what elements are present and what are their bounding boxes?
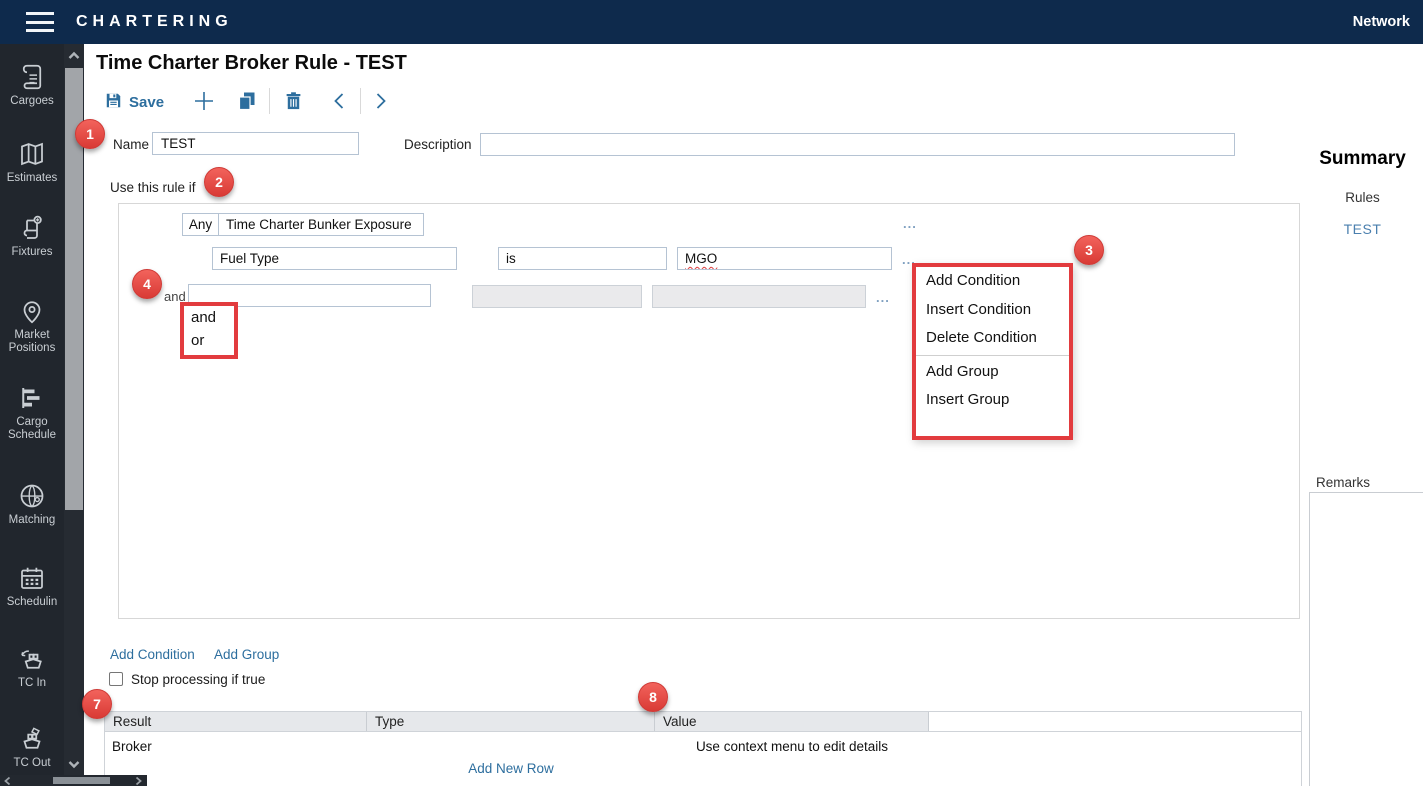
condition-field-select[interactable]: Fuel Type [212,247,457,270]
name-label: Name [113,137,149,152]
menu-item-add-condition[interactable]: Add Condition [916,267,1069,296]
condition-context-menu: Add Condition Insert Condition Delete Co… [912,263,1073,440]
stop-processing-label: Stop processing if true [131,672,265,687]
ship-in-icon [0,644,64,674]
top-bar: CHARTERING Network [0,0,1423,44]
page-title: Time Charter Broker Rule - TEST [96,52,407,75]
toolbar-divider [269,88,270,114]
save-icon [104,91,123,114]
sidebar-item-matching[interactable]: Matching [0,481,64,527]
new-condition-value-input [652,285,866,308]
hamburger-menu-icon[interactable] [26,12,54,32]
annotation-badge-7: 7 [82,689,112,719]
next-icon[interactable] [373,92,389,110]
group-field-select[interactable]: Time Charter Bunker Exposure [218,213,424,236]
row-menu-ellipsis[interactable]: ... [903,216,917,231]
sidebar-item-cargoes[interactable]: Cargoes [0,62,64,108]
scroll-gear-icon [0,213,64,243]
summary-rule-link[interactable]: TEST [1302,221,1423,237]
add-group-link[interactable]: Add Group [214,647,279,662]
horizontal-scrollbar-thumb[interactable] [53,777,110,784]
group-match-select[interactable]: Any [182,213,219,236]
sidebar-item-tc-out[interactable]: TC Out [0,724,64,770]
annotation-badge-2: 2 [204,167,234,197]
sidebar-item-scheduling[interactable]: Schedulin [0,563,64,609]
description-input[interactable] [480,133,1235,156]
sidebar-item-estimates[interactable]: Estimates [0,139,64,185]
use-rule-if-label: Use this rule if [110,180,196,195]
result-cell-broker[interactable]: Broker [112,739,152,754]
column-header-type[interactable]: Type [367,712,655,732]
add-icon[interactable] [193,90,215,112]
annotation-badge-1: 1 [75,119,105,149]
sidebar-item-label: TC Out [0,757,64,770]
scroll-left-icon[interactable] [3,776,13,786]
column-header-result[interactable]: Result [105,712,367,732]
save-label: Save [129,94,164,111]
menu-item-delete-condition[interactable]: Delete Condition [916,324,1069,353]
table-header-underline [104,731,1302,732]
connector-option-or[interactable]: or [184,329,234,352]
map-pin-icon [0,296,64,326]
scroll-icon [0,62,64,92]
previous-icon[interactable] [331,92,347,110]
scroll-up-icon[interactable] [66,48,82,64]
remarks-label: Remarks [1316,475,1370,490]
sidebar-item-label: Fixtures [0,246,64,259]
stop-processing-checkbox[interactable] [109,672,123,686]
new-condition-operator-select [472,285,642,308]
connector-dropdown: and or [180,302,238,359]
scroll-down-icon[interactable] [66,756,82,772]
condition-operator-select[interactable]: is [498,247,667,270]
app-title: CHARTERING [76,13,233,31]
value-cell-note: Use context menu to edit details [655,739,929,754]
sidebar-item-cargo-schedule[interactable]: Cargo Schedule [0,383,64,442]
copy-icon[interactable] [236,90,258,112]
menu-item-add-group[interactable]: Add Group [916,358,1069,387]
ship-out-icon [0,724,64,754]
sidebar-item-label: Matching [0,514,64,527]
add-condition-link[interactable]: Add Condition [110,647,195,662]
sidebar-item-market-positions[interactable]: Market Positions [0,296,64,355]
scroll-right-icon[interactable] [133,776,143,786]
sidebar-item-tc-in[interactable]: TC In [0,644,64,690]
summary-rules-label: Rules [1302,190,1423,205]
condition-value-input[interactable]: MGO [677,247,892,270]
delete-icon[interactable] [283,90,304,111]
toolbar-divider [360,88,361,114]
condition-value-text: MGO [685,251,717,266]
gantt-bars-icon [0,383,64,413]
sidebar-item-label: Cargoes [0,95,64,108]
menu-item-insert-group[interactable]: Insert Group [916,386,1069,415]
sidebar-item-label: Schedulin [0,596,64,609]
save-button[interactable]: Save [104,91,164,114]
menu-separator [916,355,1069,356]
sidebar-item-fixtures[interactable]: Fixtures [0,213,64,259]
add-new-row-link[interactable]: Add New Row [367,761,655,776]
remarks-textarea[interactable] [1309,492,1423,786]
map-icon [0,139,64,169]
sidebar-item-label: Cargo Schedule [0,416,64,442]
sidebar-item-label: Market Positions [0,329,64,355]
calendar-icon [0,563,64,593]
annotation-badge-3: 3 [1074,235,1104,265]
description-label: Description [404,137,472,152]
annotation-badge-4: 4 [132,269,162,299]
column-header-value[interactable]: Value [655,712,929,732]
sidebar-item-label: TC In [0,677,64,690]
summary-title: Summary [1302,148,1423,170]
connector-option-and[interactable]: and [184,306,234,329]
menu-item-insert-condition[interactable]: Insert Condition [916,296,1069,325]
row-menu-ellipsis[interactable]: ... [876,290,890,305]
network-label[interactable]: Network [1353,14,1410,30]
sidebar-item-label: Estimates [0,172,64,185]
annotation-badge-8: 8 [638,682,668,712]
globe-icon [0,481,64,511]
name-input[interactable] [152,132,359,155]
